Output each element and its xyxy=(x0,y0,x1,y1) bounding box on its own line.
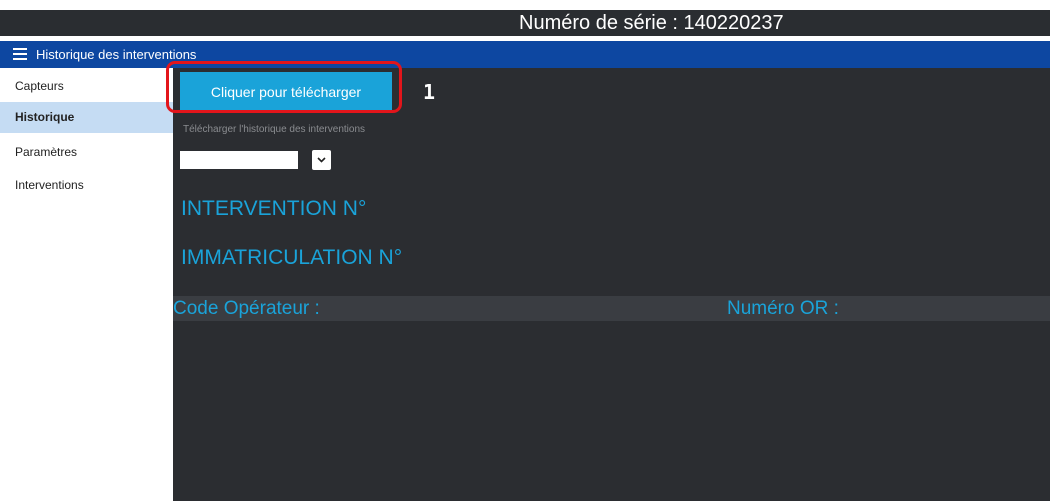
immatriculation-label: IMMATRICULATION N° xyxy=(181,246,403,269)
sidebar-item-historique[interactable]: Historique xyxy=(0,102,173,133)
page-title: Historique des interventions xyxy=(36,47,197,62)
main-content: Cliquer pour télécharger 1 Télécharger l… xyxy=(166,61,1050,501)
hamburger-icon[interactable] xyxy=(13,46,27,62)
serial-number: Numéro de série : 140220237 xyxy=(519,12,784,34)
history-select-input[interactable] xyxy=(180,151,298,169)
sidebar-item-interventions[interactable]: Interventions xyxy=(0,170,173,201)
step-number: 1 xyxy=(423,80,436,104)
or-number-label: Numéro OR : xyxy=(727,298,839,319)
navbar: Historique des interventions xyxy=(0,41,1050,68)
sidebar-item-capteurs[interactable]: Capteurs xyxy=(0,71,173,102)
top-header: Numéro de série : 140220237 xyxy=(0,10,1050,36)
download-button[interactable]: Cliquer pour télécharger xyxy=(180,72,392,112)
download-help-text: Télécharger l'historique des interventio… xyxy=(183,124,366,135)
operator-bar: Code Opérateur : Numéro OR : xyxy=(173,296,1050,321)
sidebar-item-parametres[interactable]: Paramètres xyxy=(0,137,173,168)
operator-label: Code Opérateur : xyxy=(173,298,320,319)
chevron-down-icon[interactable] xyxy=(312,150,331,170)
sidebar: Capteurs Historique Paramètres Intervent… xyxy=(0,68,173,501)
intervention-label: INTERVENTION N° xyxy=(181,197,367,220)
